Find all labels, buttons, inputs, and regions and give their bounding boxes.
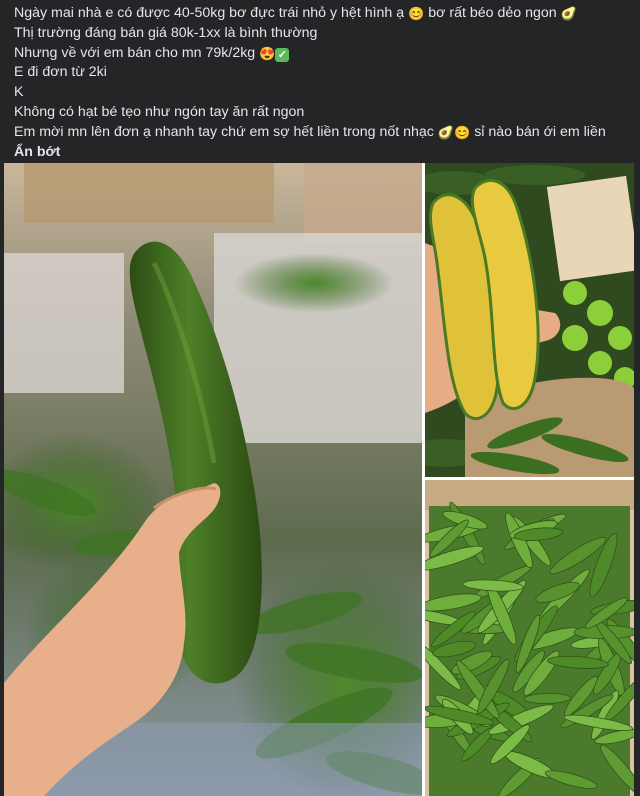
post-line-text: Nhưng về với em bán cho mn 79k/2kg xyxy=(14,44,256,61)
post-line-2: Thị trường đáng bán giá 80k-1xx là bình … xyxy=(14,24,318,41)
post-line-text: bơ rất béo dẻo ngon xyxy=(428,5,557,21)
post-line-text: Ngày mai nhà e có được 40-50kg bơ đực tr… xyxy=(14,5,405,21)
post-line-6: Không có hạt bé tẹo như ngón tay ăn rất … xyxy=(14,103,305,120)
post-line-3: Nhưng về với em bán cho mn 79k/2kg 😍 ✓ xyxy=(14,44,626,64)
post-line-1: Ngày mai nhà e có được 40-50kg bơ đực tr… xyxy=(14,4,626,24)
check-mark-emoji-icon: ✓ xyxy=(275,47,290,62)
post-line-7: Em mời mn lên đơn ạ nhanh tay chứ em sợ … xyxy=(14,123,626,163)
avocado-box-image xyxy=(425,480,634,796)
post-line-text: sỉ nào bán ới em liền xyxy=(474,123,606,140)
post-text: Ngày mai nhà e có được 40-50kg bơ đực tr… xyxy=(14,4,626,162)
avocado-hand-image xyxy=(4,163,422,796)
post-line-text: Em mời mn lên đơn ạ nhanh tay chứ em sợ … xyxy=(14,123,434,140)
avocado-emoji-icon: 🥑 xyxy=(437,124,455,140)
smiling-face-emoji-icon: 😊 xyxy=(408,6,425,21)
avocado-halves-image xyxy=(425,163,634,477)
photo-hand-holding-avocado[interactable] xyxy=(4,163,422,796)
avocado-emoji-icon: 🥑 xyxy=(560,6,577,21)
smiling-face-emoji-icon: 😊 xyxy=(454,124,471,140)
see-less-link[interactable]: Ẩn bớt xyxy=(14,144,60,160)
post-line-4: E đi đơn từ 2ki xyxy=(14,64,107,81)
photo-box-of-avocados[interactable] xyxy=(425,480,634,796)
photo-gallery xyxy=(4,163,634,796)
photo-cut-avocado-halves[interactable] xyxy=(425,163,634,477)
heart-eyes-emoji-icon: 😍 xyxy=(259,45,276,61)
post-line-5: K xyxy=(14,84,24,101)
